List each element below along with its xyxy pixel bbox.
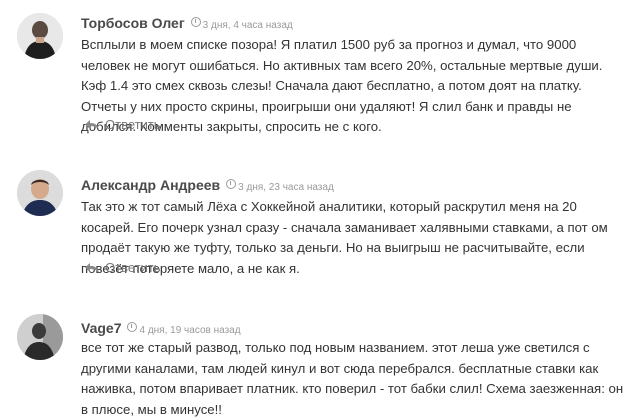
comment-text: Всплыли в моем списке позора! Я платил 1… [81, 37, 603, 134]
reply-button[interactable]: Ответить [84, 117, 161, 132]
clock-icon [190, 17, 201, 27]
comment-text: все тот же старый развод, только под нов… [81, 340, 624, 417]
reply-button[interactable]: Ответить [84, 260, 161, 275]
reply-label: Ответить [105, 117, 161, 132]
comment-author[interactable]: Александр Андреев [81, 177, 220, 193]
user-photo-icon [17, 314, 63, 360]
clock-icon [226, 179, 237, 189]
reply-arrow-icon [85, 119, 99, 130]
comment-text: Так это ж тот самый Лёха с Хоккейной ана… [81, 199, 608, 276]
user-photo-icon [17, 170, 63, 216]
reply-label: Ответить [105, 260, 161, 275]
avatar[interactable] [17, 13, 63, 59]
avatar[interactable] [17, 170, 63, 216]
comment-time: 4 дня, 19 часов назад [139, 325, 241, 336]
avatar[interactable] [17, 314, 63, 360]
comment-author[interactable]: Vage7 [81, 320, 121, 336]
comment-author[interactable]: Торбосов Олег [81, 15, 185, 31]
comment-time: 3 дня, 23 часа назад [238, 182, 334, 193]
reply-arrow-icon [85, 262, 99, 273]
comment-time: 3 дня, 4 часа назад [202, 20, 293, 31]
clock-icon [127, 322, 138, 332]
user-photo-icon [17, 13, 63, 59]
